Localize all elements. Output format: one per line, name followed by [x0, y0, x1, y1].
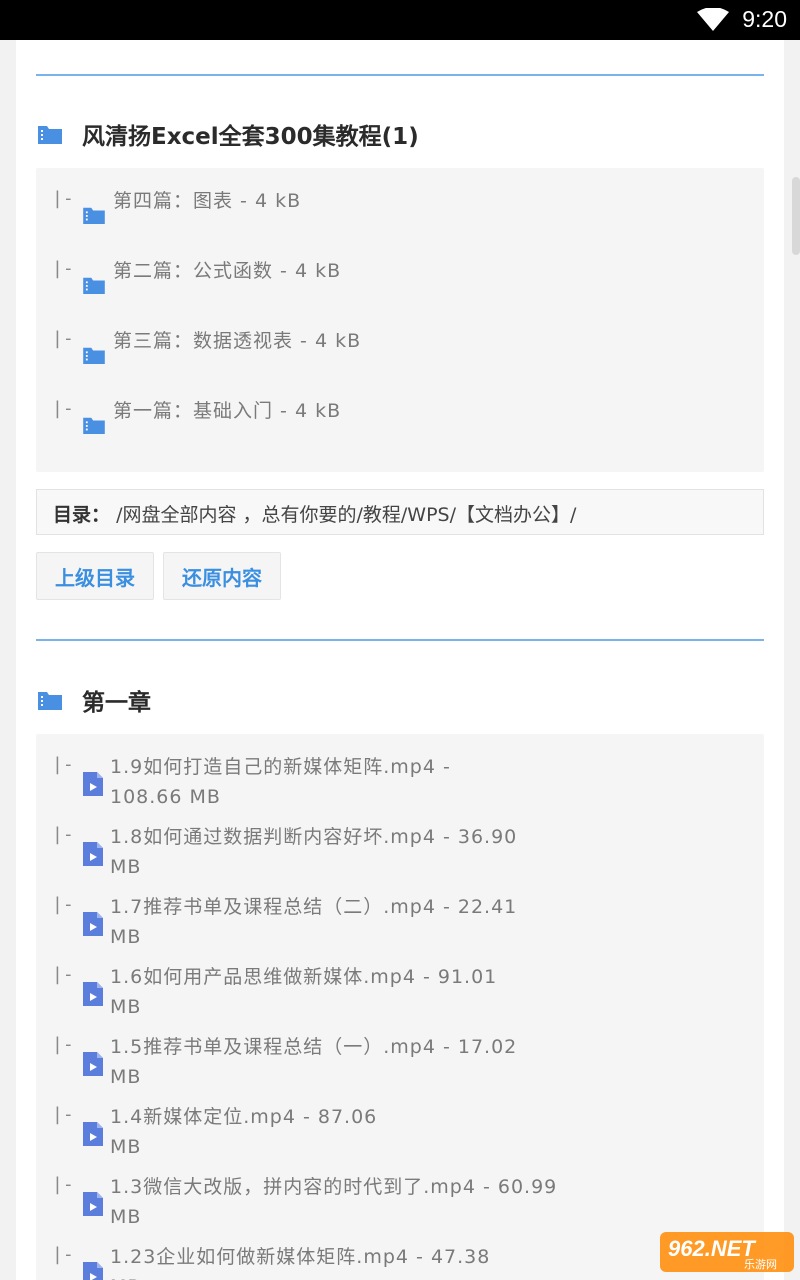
video-file-icon	[83, 982, 103, 1010]
page-content: 风清扬Excel全套300集教程(1) |- 第四篇：图表 - 4 kB |- 第二篇…	[16, 40, 784, 1280]
item-name: 第二篇：公式函数	[113, 260, 274, 282]
file-name[interactable]: 1.5推荐书单及课程总结（一）.mp4 - 17.02 MB	[110, 1032, 526, 1092]
tree-prefix: |-	[52, 1034, 74, 1055]
wifi-icon	[697, 8, 729, 31]
tree-prefix: |-	[52, 188, 74, 209]
folder-name[interactable]: 第四篇：图表 - 4 kB	[113, 186, 323, 216]
section-divider	[36, 74, 764, 76]
status-bar: 9:20	[0, 0, 800, 40]
item-size: 4 kB	[294, 260, 342, 282]
section-title-text: 第一章	[82, 690, 151, 716]
tree-prefix: |-	[52, 1244, 74, 1265]
item-name: 1.3微信大改版，拼内容的时代到了.mp4	[110, 1176, 476, 1198]
watermark-logo: 962.NET 乐游网	[660, 1232, 794, 1272]
folder-row[interactable]: |- 第一篇：基础入门 - 4 kB	[36, 378, 764, 448]
directory-path-text: /网盘全部内容 ，总有你要的/教程/WPS/【文档办公】/	[116, 504, 577, 526]
folder-row[interactable]: |- 第三篇：数据透视表 - 4 kB	[36, 308, 764, 378]
item-name: 1.6如何用产品思维做新媒体.mp4	[110, 966, 416, 988]
section-title: 第一章	[36, 680, 151, 720]
file-row[interactable]: |- 1.7推荐书单及课程总结（二）.mp4 - 22.41 MB	[36, 874, 764, 948]
folder-icon	[38, 126, 62, 144]
file-row[interactable]: |- 1.8如何通过数据判断内容好坏.mp4 - 36.90 MB	[36, 804, 764, 878]
item-name: 1.9如何打造自己的新媒体矩阵.mp4	[110, 756, 436, 778]
parent-directory-button[interactable]: 上级目录	[36, 552, 154, 600]
video-file-icon	[83, 1192, 103, 1220]
file-name[interactable]: 1.23企业如何做新媒体矩阵.mp4 - 47.38 MB	[110, 1242, 499, 1280]
video-file-icon	[83, 1122, 103, 1150]
tree-prefix: |-	[52, 824, 74, 845]
file-name[interactable]: 1.4新媒体定位.mp4 - 87.06 MB	[110, 1102, 386, 1162]
item-name: 第一篇：基础入门	[113, 400, 274, 422]
item-size: 4 kB	[254, 190, 302, 212]
file-row[interactable]: |- 1.6如何用产品思维做新媒体.mp4 - 91.01 MB	[36, 944, 764, 1018]
item-size: 4 kB	[294, 400, 342, 422]
section-divider	[36, 639, 764, 641]
item-name: 1.23企业如何做新媒体矩阵.mp4	[110, 1246, 410, 1268]
svg-text:乐游网: 乐游网	[744, 1258, 777, 1271]
folder-icon	[38, 692, 62, 710]
tree-prefix: |-	[52, 1174, 74, 1195]
file-row[interactable]: |- 1.5推荐书单及课程总结（一）.mp4 - 17.02 MB	[36, 1014, 764, 1088]
directory-path: 目录： /网盘全部内容 ，总有你要的/教程/WPS/【文档办公】/	[36, 489, 764, 535]
item-name: 1.7推荐书单及课程总结（二）.mp4	[110, 896, 436, 918]
item-size: 4 kB	[314, 330, 362, 352]
video-file-icon	[83, 1262, 103, 1280]
scrollbar-thumb[interactable]	[792, 177, 800, 255]
tree-prefix: |-	[52, 754, 74, 775]
video-file-icon	[83, 912, 103, 940]
folder-icon	[83, 346, 105, 368]
item-name: 1.8如何通过数据判断内容好坏.mp4	[110, 826, 436, 848]
file-row[interactable]: |- 1.3微信大改版，拼内容的时代到了.mp4 - 60.99 MB	[36, 1154, 764, 1228]
tree-prefix: |-	[52, 964, 74, 985]
item-name: 第四篇：图表	[113, 190, 234, 212]
folder-name[interactable]: 第二篇：公式函数 - 4 kB	[113, 256, 363, 286]
restore-content-button[interactable]: 还原内容	[163, 552, 281, 600]
file-name[interactable]: 1.9如何打造自己的新媒体矩阵.mp4 - 108.66 MB	[110, 752, 526, 812]
file-name[interactable]: 1.6如何用产品思维做新媒体.mp4 - 91.01 MB	[110, 962, 506, 1022]
tree-prefix: |-	[52, 328, 74, 349]
file-name[interactable]: 1.8如何通过数据判断内容好坏.mp4 - 36.90 MB	[110, 822, 526, 882]
folder-name[interactable]: 第一篇：基础入门 - 4 kB	[113, 396, 363, 426]
video-file-icon	[83, 772, 103, 800]
file-row[interactable]: |- 1.23企业如何做新媒体矩阵.mp4 - 47.38 MB	[36, 1224, 764, 1280]
file-row[interactable]: |- 1.9如何打造自己的新媒体矩阵.mp4 - 108.66 MB	[36, 734, 764, 808]
tree-prefix: |-	[52, 894, 74, 915]
video-file-icon	[83, 1052, 103, 1080]
directory-label: 目录：	[53, 504, 111, 526]
video-file-icon	[83, 842, 103, 870]
file-name[interactable]: 1.7推荐书单及课程总结（二）.mp4 - 22.41 MB	[110, 892, 526, 952]
folder-name[interactable]: 第三篇：数据透视表 - 4 kB	[113, 326, 383, 356]
folder-row[interactable]: |- 第二篇：公式函数 - 4 kB	[36, 238, 764, 308]
folder-row[interactable]: |- 第四篇：图表 - 4 kB	[36, 168, 764, 238]
item-name: 1.4新媒体定位.mp4	[110, 1106, 296, 1128]
status-time: 9:20	[742, 6, 787, 32]
section-title-text: 风清扬Excel全套300集教程(1)	[82, 124, 419, 150]
file-name[interactable]: 1.3微信大改版，拼内容的时代到了.mp4 - 60.99 MB	[110, 1172, 566, 1232]
item-name: 1.5推荐书单及课程总结（一）.mp4	[110, 1036, 436, 1058]
tree-prefix: |-	[52, 398, 74, 419]
file-list: |- 1.9如何打造自己的新媒体矩阵.mp4 - 108.66 MB |- 1.8如何…	[36, 734, 764, 1280]
folder-icon	[83, 276, 105, 298]
folder-icon	[83, 206, 105, 228]
tree-prefix: |-	[52, 258, 74, 279]
file-row[interactable]: |- 1.4新媒体定位.mp4 - 87.06 MB	[36, 1084, 764, 1158]
folder-icon	[83, 416, 105, 438]
section-title: 风清扬Excel全套300集教程(1)	[36, 114, 419, 154]
item-name: 第三篇：数据透视表	[113, 330, 294, 352]
folder-list: |- 第四篇：图表 - 4 kB |- 第二篇：公式函数 - 4 kB |- 第三篇：数据…	[36, 168, 764, 472]
tree-prefix: |-	[52, 1104, 74, 1125]
